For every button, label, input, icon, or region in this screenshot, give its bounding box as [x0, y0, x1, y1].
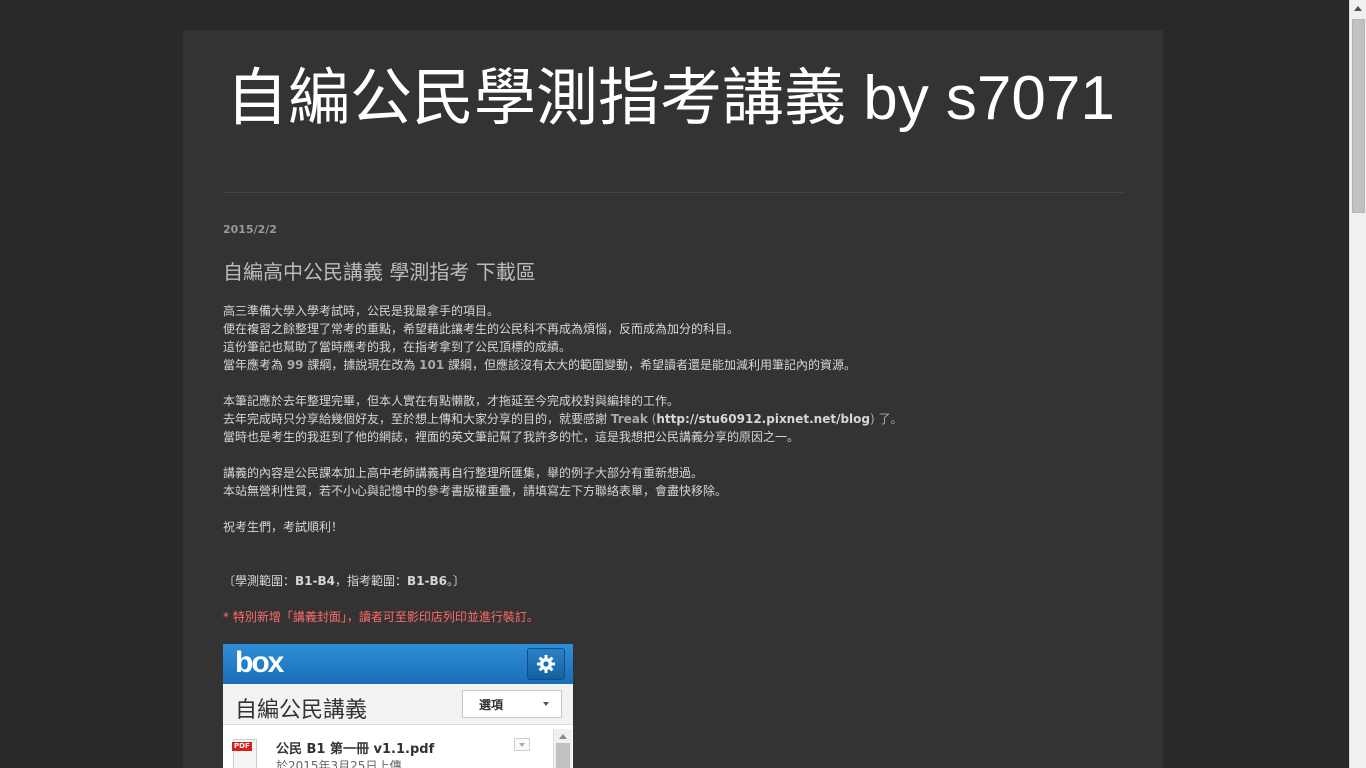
- pdf-tag: PDF: [232, 742, 252, 751]
- text-span: 去年完成時只分享給幾個好友，至於想上傳和大家分享的目的，就要感謝: [223, 412, 611, 426]
- post-paragraph: 當年應考為 99 課綱，據說現在改為 101 課綱，但應該沒有太大的範圍變動，希…: [223, 356, 1123, 374]
- post-date: 2015/2/2: [223, 223, 277, 236]
- range-gsat: B1-B4: [295, 574, 335, 588]
- file-upload-date: 於2015年3月25日上傳: [276, 759, 402, 768]
- file-menu-button[interactable]: [514, 738, 530, 751]
- page-scrollbar[interactable]: [1349, 0, 1366, 768]
- text-span: 〔學測範圍：: [223, 574, 296, 588]
- post-paragraph: 這份筆記也幫助了當時應考的我，在指考拿到了公民頂標的成績。: [223, 340, 572, 354]
- treak-name: Treak: [610, 412, 648, 426]
- text-span: ，指考範圍：: [335, 574, 408, 588]
- post-paragraph: 高三準備大學入學考試時，公民是我最拿手的項目。: [223, 304, 500, 318]
- pdf-file-icon: PDF: [232, 739, 257, 768]
- folder-title: 自編公民講義: [235, 698, 368, 723]
- post-paragraph: 講義的內容是公民課本加上高中老師講義再自行整理所匯集，舉的例子大部分有重新想過。: [223, 466, 704, 480]
- cover-note: * 特別新增「講義封面」，讀者可至影印店列印並進行裝訂。: [223, 610, 539, 624]
- post-paragraph: 本站無營利性質，若不小心與記憶中的參考書版權重疊，請填寫左下方聯絡表單，會盡快移…: [223, 484, 728, 498]
- text-span: 。〕: [447, 574, 466, 588]
- scroll-thumb[interactable]: [1352, 19, 1365, 213]
- post-paragraph: 便在複習之餘整理了常考的重點，希望藉此讓考生的公民科不再成為煩惱，反而成為加分的…: [223, 322, 740, 336]
- box-embed-widget: box 自編公民講義 選項 PDF 公民 B1 第一冊 v1.1.pdf 於20…: [223, 644, 573, 768]
- text-span: ) 了。: [870, 412, 903, 426]
- scroll-up-icon[interactable]: [1354, 6, 1362, 11]
- blog-page: 自編公民學測指考講義 by s7071 2015/2/2 自編高中公民講義 學測…: [183, 30, 1163, 768]
- options-dropdown[interactable]: 選項: [462, 690, 562, 718]
- range-ast: B1-B6: [407, 574, 447, 588]
- box-scroll-thumb[interactable]: [556, 743, 570, 768]
- post-body: 高三準備大學入學考試時，公民是我最拿手的項目。 便在複習之餘整理了常考的重點，希…: [223, 302, 1123, 626]
- box-scrollbar[interactable]: [553, 729, 572, 768]
- highlight-101: 101: [419, 358, 445, 372]
- options-label: 選項: [479, 698, 504, 712]
- box-header: box: [223, 644, 573, 684]
- post-paragraph: 祝考生們，考試順利！: [223, 520, 344, 534]
- box-logo[interactable]: box: [235, 646, 284, 680]
- file-name[interactable]: 公民 B1 第一冊 v1.1.pdf: [276, 738, 434, 757]
- post-title[interactable]: 自編高中公民講義 學測指考 下載區: [223, 256, 536, 285]
- text-span: 課綱，但應該沒有太大的範圍變動，希望讀者還是能加減利用筆記內的資源。: [444, 358, 857, 372]
- settings-button[interactable]: [527, 648, 565, 680]
- post-paragraph: 當時也是考生的我逛到了他的網誌，裡面的英文筆記幫了我許多的忙，這是我想把公民講義…: [223, 430, 800, 444]
- box-folder-bar: 自編公民講義 選項: [223, 684, 573, 725]
- chevron-down-icon: [543, 702, 549, 706]
- highlight-99: 99: [286, 358, 304, 372]
- exam-range: 〔學測範圍：B1-B4，指考範圍：B1-B6。〕: [223, 572, 1123, 590]
- blog-title[interactable]: 自編公民學測指考講義 by s7071: [226, 63, 1115, 135]
- treak-blog-link[interactable]: http://stu60912.pixnet.net/blog: [656, 412, 870, 426]
- file-row[interactable]: PDF 公民 B1 第一冊 v1.1.pdf 於2015年3月25日上傳: [223, 729, 553, 768]
- scroll-up-icon[interactable]: [559, 734, 567, 739]
- post-paragraph: 去年完成時只分享給幾個好友，至於想上傳和大家分享的目的，就要感謝 Treak (…: [223, 410, 1123, 428]
- post-paragraph: 本筆記應於去年整理完畢，但本人實在有點懶散，才拖延至今完成校對與編排的工作。: [223, 394, 680, 408]
- gear-icon: [537, 655, 555, 673]
- text-span: 課綱，據說現在改為: [303, 358, 420, 372]
- header-divider: [223, 192, 1123, 193]
- text-span: 當年應考為: [223, 358, 287, 372]
- file-list: PDF 公民 B1 第一冊 v1.1.pdf 於2015年3月25日上傳: [223, 729, 573, 768]
